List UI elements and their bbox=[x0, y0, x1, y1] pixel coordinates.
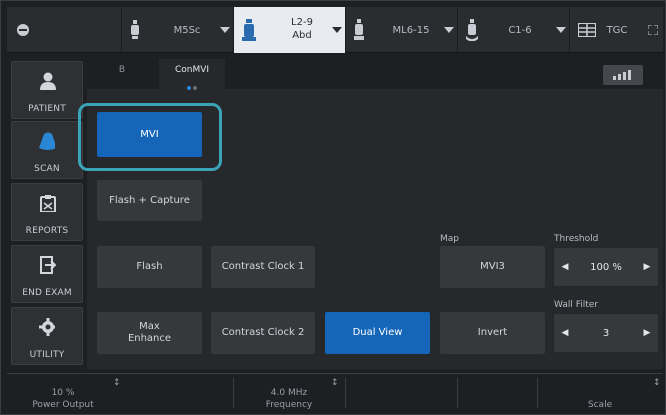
power-icon bbox=[17, 24, 29, 36]
tab-label: B bbox=[118, 65, 126, 75]
probe-label: L2-9 Abd bbox=[278, 16, 326, 42]
probe-tab-c1-6[interactable]: C1-6 bbox=[457, 7, 569, 53]
ultrasound-window: M5Sc L2-9 Abd ML6-15 C1-6 TGC PATIENT SC… bbox=[0, 0, 666, 415]
nav-label: UTILITY bbox=[29, 350, 65, 360]
nav-label: PATIENT bbox=[28, 104, 66, 114]
decrease-arrow-icon[interactable]: ◀ bbox=[554, 314, 576, 352]
nav-label: END EXAM bbox=[22, 288, 72, 298]
tgc-label: TGC bbox=[606, 25, 628, 36]
threshold-stepper: ◀ 100 % ▶ bbox=[554, 248, 658, 286]
contrast-clock-2-button[interactable]: Contrast Clock 2 bbox=[211, 312, 315, 354]
nav-label: REPORTS bbox=[25, 226, 69, 236]
convex-probe-icon bbox=[466, 19, 478, 41]
threshold-label: Threshold bbox=[554, 234, 599, 244]
nav-item-scan[interactable]: SCAN bbox=[11, 121, 83, 179]
increase-arrow-icon[interactable]: ▶ bbox=[636, 248, 658, 286]
chevron-down-icon bbox=[332, 27, 342, 33]
map-button[interactable]: MVI3 bbox=[440, 246, 545, 288]
fullscreen-icon[interactable] bbox=[648, 25, 658, 35]
mode-tabs: B ConMVI bbox=[87, 59, 663, 90]
wall-filter-value: 3 bbox=[602, 327, 610, 339]
max-enhance-label: Max Enhance bbox=[128, 321, 171, 345]
power-button[interactable] bbox=[7, 7, 37, 53]
nav-item-reports[interactable]: REPORTS bbox=[11, 183, 83, 241]
tgc-button[interactable]: TGC bbox=[569, 7, 663, 53]
contrast-clock-1-button[interactable]: Contrast Clock 1 bbox=[211, 246, 315, 288]
bottom-knob-bar: 10 % Power Output ↕ 4.0 MHz Frequency ↕ … bbox=[7, 373, 663, 411]
probe-tab-ml6-15[interactable]: ML6-15 bbox=[345, 7, 457, 53]
probe-label: M5Sc bbox=[173, 25, 201, 36]
exit-icon bbox=[40, 256, 56, 274]
map-value: MVI3 bbox=[480, 261, 505, 272]
probe-icon bbox=[354, 19, 364, 40]
chevron-down-icon bbox=[220, 27, 230, 33]
invert-label: Invert bbox=[477, 327, 508, 338]
map-label: Map bbox=[440, 234, 459, 244]
probe-tab-l2-9[interactable]: L2-9 Abd bbox=[233, 7, 345, 53]
tab-label: ConMVI bbox=[174, 65, 210, 75]
flash-button[interactable]: Flash bbox=[97, 246, 202, 288]
linear-probe-icon bbox=[242, 19, 256, 41]
updown-arrow-icon: ↕ bbox=[653, 378, 661, 388]
flash-capture-label: Flash + Capture bbox=[109, 194, 190, 206]
frequency-value: 4.0 MHz bbox=[270, 388, 308, 398]
probe-icon bbox=[131, 20, 139, 39]
updown-arrow-icon: ↕ bbox=[113, 378, 121, 388]
tgc-icon bbox=[578, 23, 596, 37]
probe-preset: Abd bbox=[292, 30, 312, 41]
tab-b[interactable]: B bbox=[87, 59, 157, 89]
power-output-value: 10 % bbox=[51, 388, 75, 398]
invert-button[interactable]: Invert bbox=[440, 312, 545, 354]
page-indicator bbox=[159, 79, 225, 90]
probe-label: ML6-15 bbox=[392, 25, 430, 36]
probe-name: L2-9 bbox=[291, 17, 313, 28]
max-enhance-line1: Max bbox=[139, 321, 160, 332]
left-nav: PATIENT SCAN REPORTS END EXAM UTILITY bbox=[7, 59, 85, 369]
contrast-clock-2-label: Contrast Clock 2 bbox=[221, 327, 305, 338]
probe-icon bbox=[39, 132, 55, 150]
nav-item-end-exam[interactable]: END EXAM bbox=[11, 245, 83, 303]
max-enhance-button[interactable]: Max Enhance bbox=[97, 312, 202, 354]
power-output-knob[interactable]: 10 % Power Output ↕ bbox=[7, 374, 121, 412]
tab-conmvi[interactable]: ConMVI bbox=[159, 59, 225, 90]
dual-view-button[interactable]: Dual View bbox=[325, 312, 430, 354]
flash-capture-button[interactable]: Flash + Capture bbox=[97, 180, 202, 221]
nav-label: SCAN bbox=[34, 164, 60, 174]
power-output-label: Power Output bbox=[32, 400, 94, 410]
knob-divider bbox=[457, 378, 458, 408]
flash-label: Flash bbox=[136, 261, 163, 272]
knob-divider bbox=[345, 378, 346, 408]
frequency-knob[interactable]: 4.0 MHz Frequency ↕ bbox=[233, 374, 345, 412]
probe-bar: M5Sc L2-9 Abd ML6-15 C1-6 TGC bbox=[7, 7, 663, 53]
wall-filter-stepper: ◀ 3 ▶ bbox=[554, 314, 658, 352]
nav-item-patient[interactable]: PATIENT bbox=[11, 61, 83, 119]
threshold-value: 100 % bbox=[590, 261, 622, 273]
scale-label: Scale bbox=[587, 400, 613, 410]
dual-view-label: Dual View bbox=[352, 327, 403, 338]
chevron-down-icon bbox=[556, 27, 566, 33]
clipboard-icon bbox=[40, 195, 56, 212]
decrease-arrow-icon[interactable]: ◀ bbox=[554, 248, 576, 286]
patient-icon bbox=[40, 72, 56, 90]
probe-tab-m5sc[interactable]: M5Sc bbox=[121, 7, 233, 53]
wall-filter-label: Wall Filter bbox=[554, 300, 598, 310]
updown-arrow-icon: ↕ bbox=[331, 378, 339, 388]
probe-label: C1-6 bbox=[508, 25, 532, 36]
increase-arrow-icon[interactable]: ▶ bbox=[636, 314, 658, 352]
chevron-down-icon bbox=[444, 27, 454, 33]
gear-icon bbox=[39, 318, 55, 336]
frequency-label: Frequency bbox=[265, 400, 313, 410]
scale-knob[interactable]: Scale ↕ bbox=[537, 374, 663, 412]
max-enhance-line2: Enhance bbox=[127, 333, 172, 344]
nav-item-utility[interactable]: UTILITY bbox=[11, 307, 83, 365]
configure-button[interactable] bbox=[603, 65, 643, 85]
highlight-ring bbox=[78, 103, 222, 171]
contrast-clock-1-label: Contrast Clock 1 bbox=[221, 261, 305, 272]
